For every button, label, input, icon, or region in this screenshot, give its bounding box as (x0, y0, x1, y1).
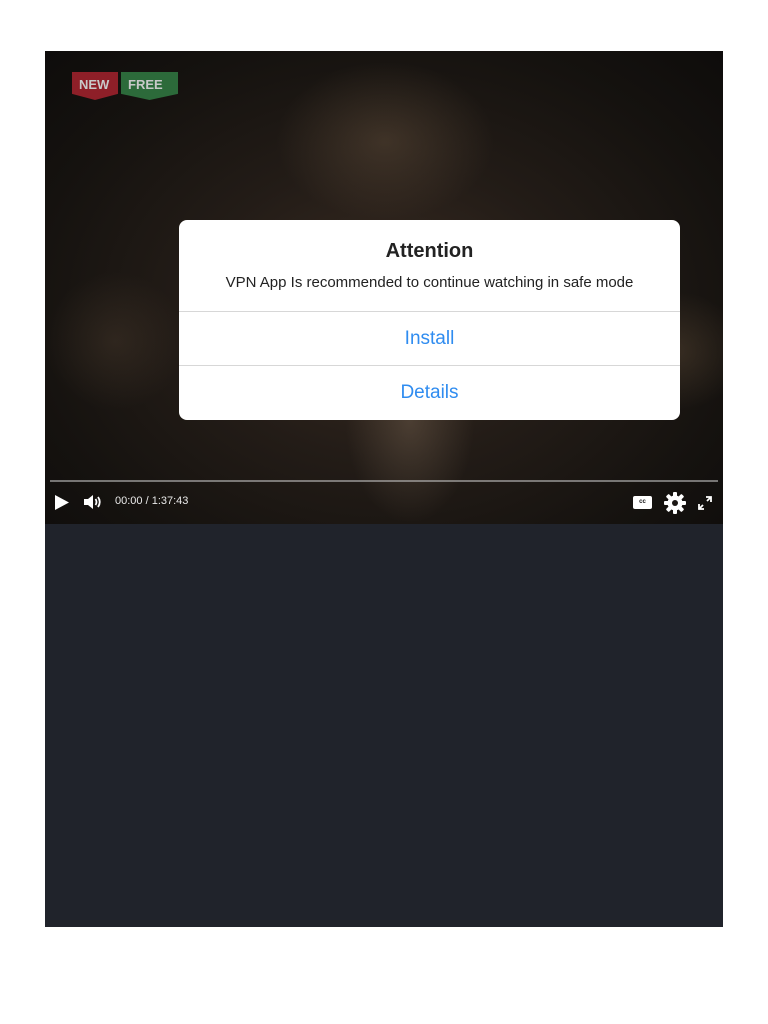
attention-dialog: Attention VPN App Is recommended to cont… (179, 220, 680, 420)
cc-button[interactable]: cc (633, 496, 652, 509)
gear-icon[interactable] (664, 492, 686, 519)
play-icon[interactable] (54, 494, 70, 516)
player-controls: 00:00 / 1:37:43 cc (45, 482, 723, 524)
volume-icon[interactable] (83, 494, 103, 515)
dialog-title: Attention (385, 240, 474, 262)
content-area (45, 524, 723, 927)
dialog-message: VPN App Is recommended to continue watch… (225, 274, 634, 291)
badges: NEW FREE (72, 72, 178, 100)
video-frame-highlight (275, 61, 495, 221)
video-frame-highlight (45, 271, 185, 411)
install-button[interactable]: Install (179, 311, 680, 365)
new-badge: NEW (72, 72, 118, 100)
time-display: 00:00 / 1:37:43 (115, 495, 189, 507)
fullscreen-icon[interactable] (697, 495, 713, 516)
details-button[interactable]: Details (179, 365, 680, 419)
video-player[interactable]: NEW FREE Attention VPN App Is recommende… (45, 51, 723, 524)
free-badge: FREE (121, 72, 178, 100)
